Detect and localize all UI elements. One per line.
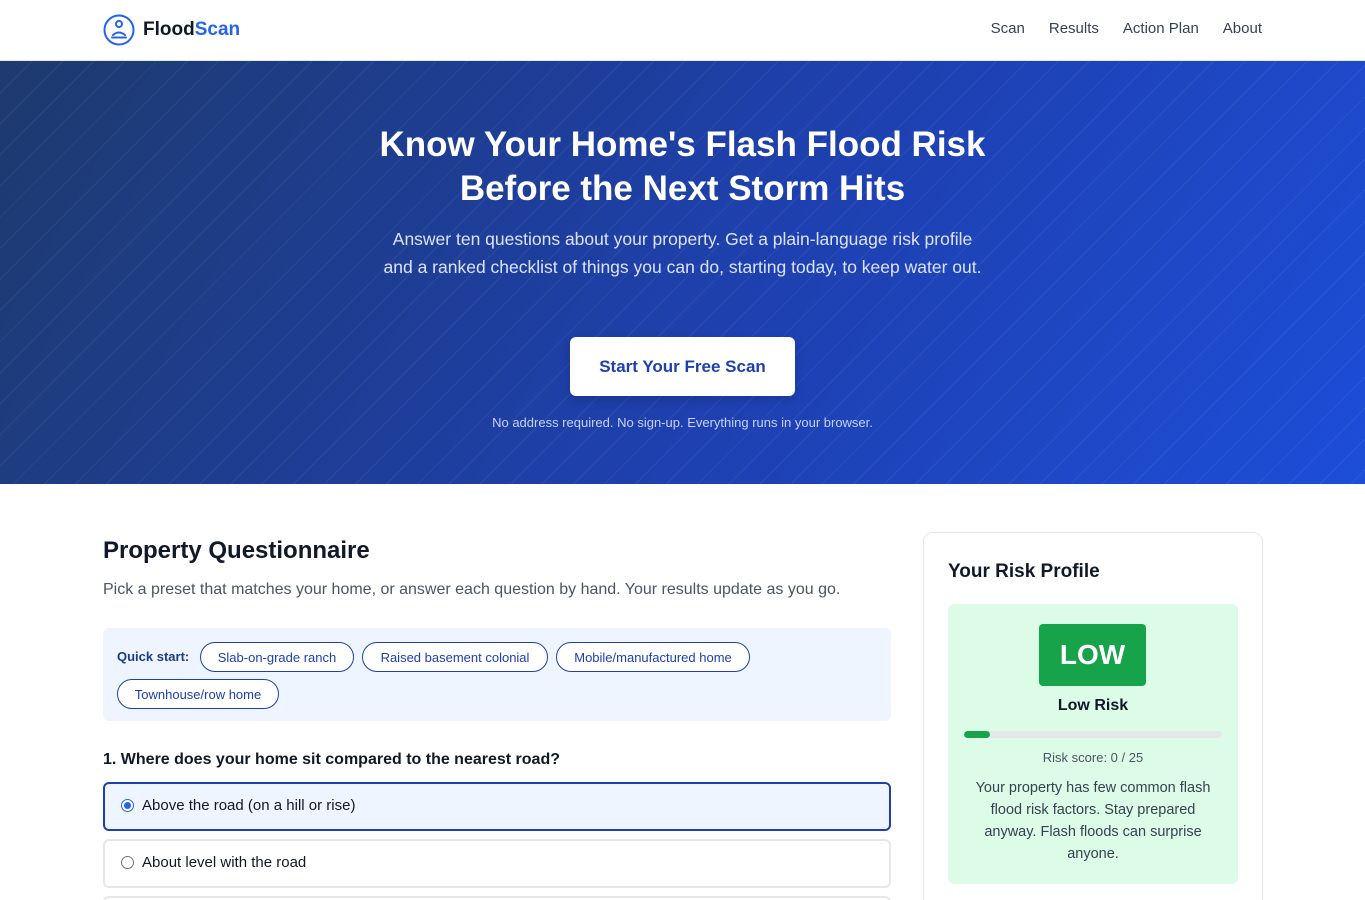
risk-profile-summary: LOW Low Risk Risk score: 0 / 25 Your pro… xyxy=(948,604,1238,884)
start-scan-button[interactable]: Start Your Free Scan xyxy=(570,337,795,396)
question-1-option-next[interactable] xyxy=(103,896,891,900)
questionnaire-intro: Pick a preset that matches your home, or… xyxy=(103,581,841,598)
risk-score-text: Risk score: 0 / 25 xyxy=(1042,750,1144,765)
risk-profile-card: Your Risk Profile LOW Low Risk Risk scor… xyxy=(923,532,1263,900)
preset-raised-basement-colonial[interactable]: Raised basement colonial xyxy=(362,642,548,672)
risk-profile-title: Your Risk Profile xyxy=(948,561,1100,582)
brand-name: FloodScan xyxy=(143,19,241,40)
risk-level-badge: LOW xyxy=(1039,624,1146,686)
person-in-circle-icon xyxy=(103,14,135,46)
preset-slab-on-grade-ranch[interactable]: Slab-on-grade ranch xyxy=(200,642,354,672)
option-label: About level with the road xyxy=(142,854,307,871)
quick-start-panel: Quick start: Slab-on-grade ranch Raised … xyxy=(103,628,891,721)
risk-score-bar xyxy=(964,731,1222,738)
option-label: Above the road (on a hill or rise) xyxy=(142,797,356,814)
risk-score-bar-fill xyxy=(964,731,990,738)
radio-button[interactable] xyxy=(121,799,134,812)
hero-note: No address required. No sign-up. Everyth… xyxy=(492,415,873,430)
question-1-option-level-road[interactable]: About level with the road xyxy=(103,839,891,888)
nav-link-results[interactable]: Results xyxy=(1049,20,1099,37)
nav-link-action-plan[interactable]: Action Plan xyxy=(1123,20,1199,37)
hero-section: Know Your Home's Flash Flood Risk Before… xyxy=(0,61,1365,484)
brand-logo[interactable]: FloodScan xyxy=(103,14,240,46)
question-1-option-above-road[interactable]: Above the road (on a hill or rise) xyxy=(103,782,891,831)
main-nav: Scan Results Action Plan About xyxy=(991,20,1262,37)
radio-button[interactable] xyxy=(121,856,134,869)
questionnaire-title: Property Questionnaire xyxy=(103,537,370,564)
preset-mobile-manufactured-home[interactable]: Mobile/manufactured home xyxy=(556,642,750,672)
quick-start-label: Quick start: xyxy=(117,649,190,664)
hero-title: Know Your Home's Flash Flood Risk Before… xyxy=(379,125,986,208)
question-1-text: 1. Where does your home sit compared to … xyxy=(103,751,560,768)
hero-subtitle: Answer ten questions about your property… xyxy=(383,229,982,277)
preset-townhouse-row-home[interactable]: Townhouse/row home xyxy=(117,679,279,709)
nav-link-about[interactable]: About xyxy=(1223,20,1262,37)
site-header: FloodScan Scan Results Action Plan About xyxy=(0,0,1365,61)
nav-link-scan[interactable]: Scan xyxy=(991,20,1025,37)
risk-level-label: Low Risk xyxy=(1057,697,1129,714)
risk-description: Your property has few common flash flood… xyxy=(975,780,1211,862)
